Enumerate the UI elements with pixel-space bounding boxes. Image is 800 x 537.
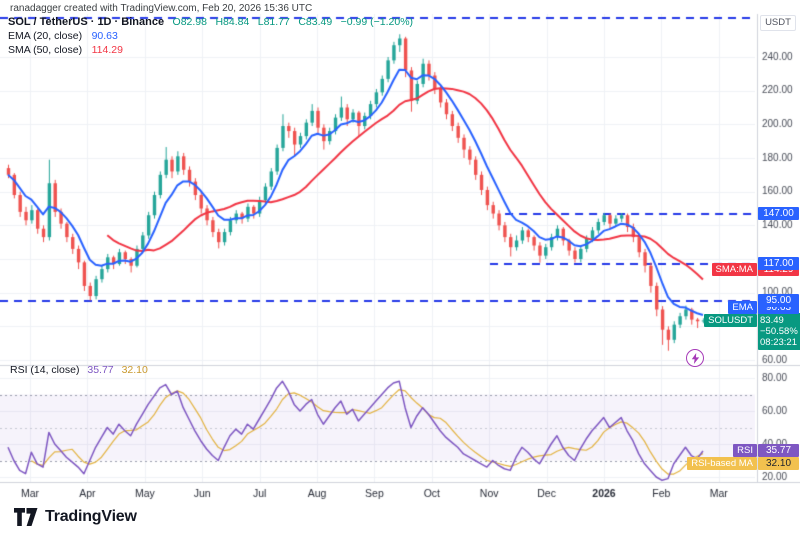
- tradingview-chart-window: { "attribution": "ranadagger created wit…: [0, 0, 800, 537]
- rsi-ma-indicator-value: 32.10: [122, 364, 148, 376]
- ohlc-close: C83.49: [298, 16, 332, 28]
- ohlc-change: −0.99 (−1.20%): [341, 16, 413, 28]
- level-badge-147: 147.00: [758, 207, 799, 220]
- price-axis-currency-label: USDT: [760, 15, 796, 31]
- attribution-text: ranadagger created with TradingView.com,…: [10, 3, 312, 14]
- last-price-value: 83.49: [760, 315, 800, 326]
- ema-axis-tag: EMA: [728, 301, 757, 314]
- sma-axis-tag: SMA:MA: [712, 263, 757, 276]
- sma-indicator-value: 114.29: [92, 44, 123, 56]
- rsi-axis-tag: RSI: [733, 444, 757, 457]
- rsi-value-badge: 35.77: [758, 444, 799, 457]
- level-badge-117: 117.00: [758, 257, 799, 270]
- rsi-ma-axis-tag: RSI-based MA: [687, 457, 757, 470]
- rsi-ma-axis-tag-wrap: RSI-based MA: [637, 457, 757, 470]
- ohlc-high: H84.84: [215, 16, 249, 28]
- lightning-bolt-icon: [691, 353, 700, 364]
- chart-legend: SOL / TetherUS · 1D · Binance O82.98 H84…: [8, 15, 413, 57]
- rsi-axis-tag-wrap: RSI: [637, 444, 757, 457]
- last-price-change: −50.58%: [760, 326, 800, 337]
- sma-axis-tag-wrap: SMA:MA: [637, 263, 757, 276]
- symbol-axis-tag-wrap: SOLUSDT: [637, 314, 757, 327]
- tradingview-mark-icon: [14, 508, 38, 526]
- last-price-badge: 83.49 −50.58% 08:23:21: [758, 313, 800, 350]
- bar-countdown: 08:23:21: [760, 337, 800, 348]
- sma-indicator-name[interactable]: SMA (50, close): [8, 44, 82, 56]
- ema-indicator-value: 90.63: [92, 30, 118, 42]
- sma-legend-row[interactable]: SMA (50, close) 114.29: [8, 43, 413, 56]
- ohlc-open: O82.98: [173, 16, 207, 28]
- rsi-indicator-name[interactable]: RSI (14, close): [10, 364, 79, 376]
- ohlc-low: L81.77: [258, 16, 290, 28]
- symbol-axis-tag: SOLUSDT: [704, 314, 757, 327]
- ema-legend-row[interactable]: EMA (20, close) 90.63: [8, 29, 413, 42]
- tradingview-logo[interactable]: TradingView: [14, 508, 137, 526]
- flash-idea-icon[interactable]: [686, 349, 704, 367]
- ema-indicator-name[interactable]: EMA (20, close): [8, 30, 82, 42]
- tradingview-logo-text: TradingView: [45, 508, 137, 526]
- symbol-legend-row[interactable]: SOL / TetherUS · 1D · Binance O82.98 H84…: [8, 15, 413, 28]
- rsi-indicator-value: 35.77: [87, 364, 113, 376]
- level-badge-95: 95.00: [758, 294, 799, 307]
- ema-axis-tag-wrap: EMA: [637, 301, 757, 314]
- rsi-legend-row[interactable]: RSI (14, close) 35.77 32.10: [10, 364, 148, 376]
- rsi-ma-value-badge: 32.10: [758, 457, 799, 470]
